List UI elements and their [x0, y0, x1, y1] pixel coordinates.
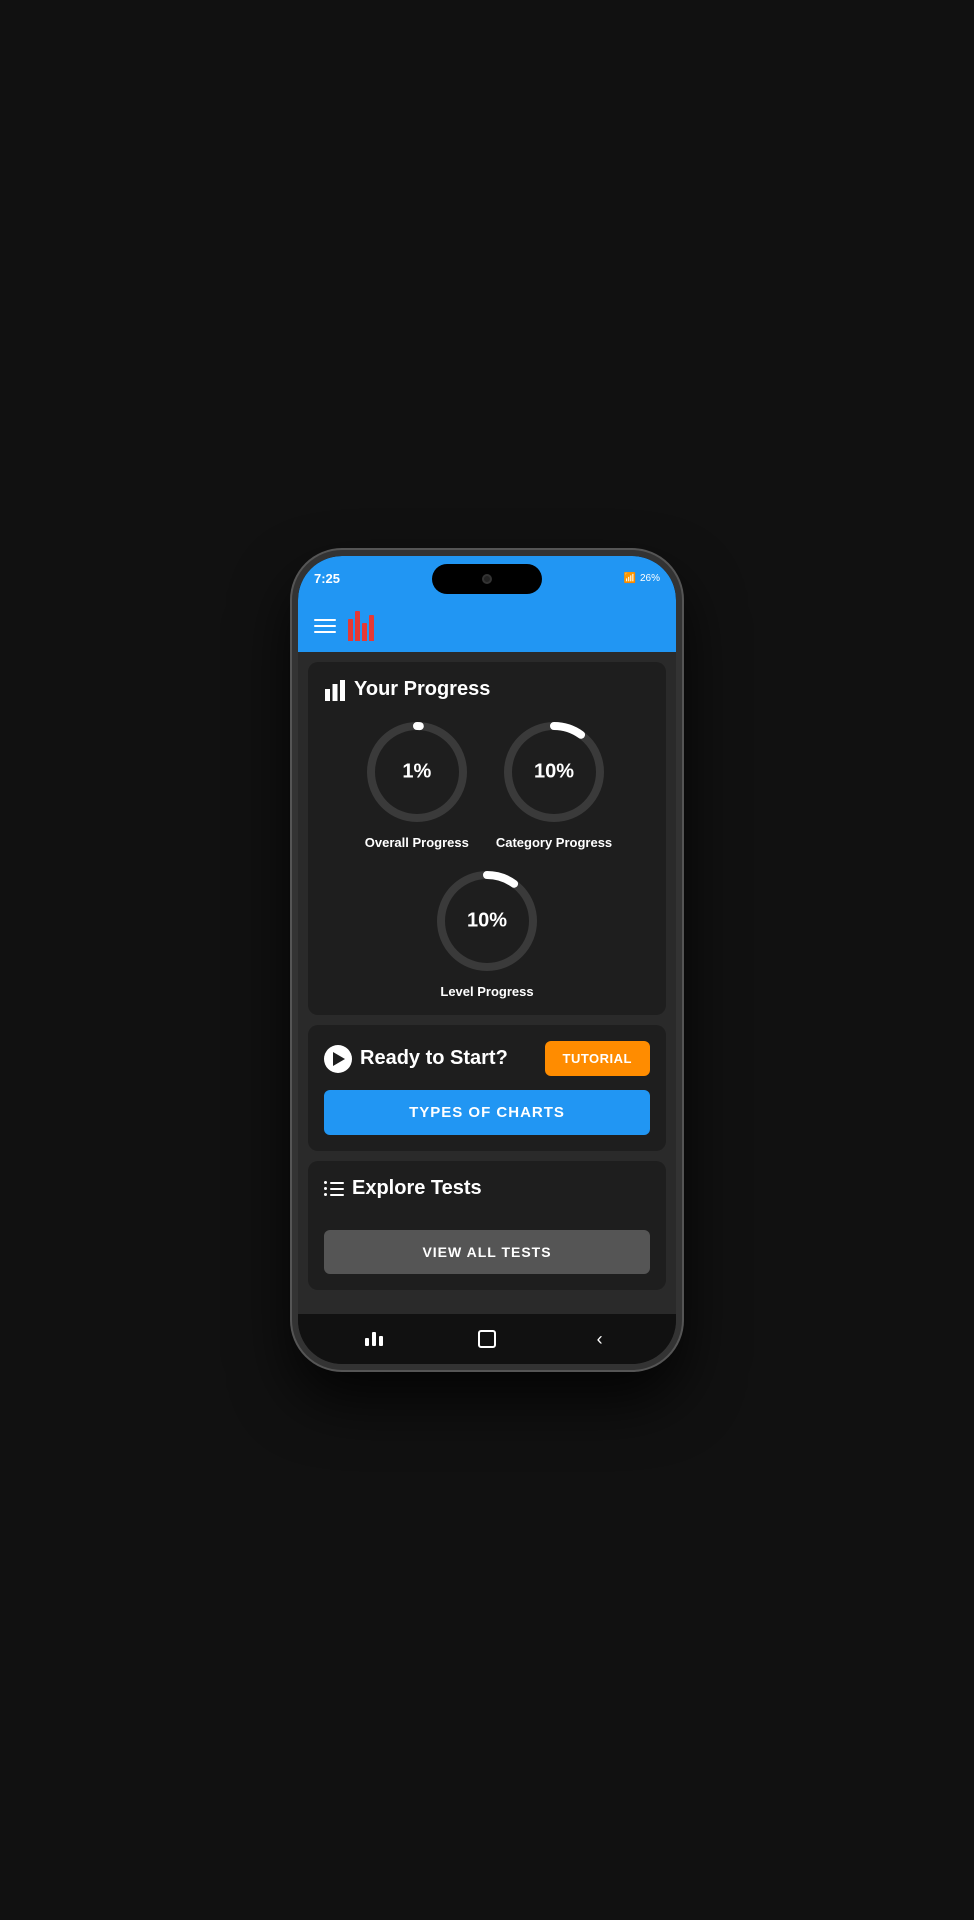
recent-apps-icon — [365, 1332, 383, 1346]
notch — [432, 564, 542, 594]
list-icon — [324, 1181, 344, 1196]
logo-bar-2 — [355, 611, 360, 641]
status-time: 7:25 — [314, 571, 340, 586]
types-of-charts-button[interactable]: TYPES OF CHARTS — [324, 1090, 650, 1135]
explore-section: Explore Tests VIEW ALL TESTS — [324, 1177, 650, 1274]
overall-progress-item: 1% Overall Progress — [362, 717, 472, 850]
main-content: Your Progress 1% — [298, 652, 676, 1314]
progress-card-title: Your Progress — [324, 678, 650, 701]
logo-bar-4 — [369, 615, 374, 641]
recent-apps-button[interactable] — [359, 1324, 389, 1354]
volume-down-button[interactable] — [292, 721, 295, 771]
phone-frame: 7:25 📶 26% — [292, 550, 682, 1370]
tutorial-button[interactable]: TUTORIAL — [545, 1041, 650, 1076]
logo-bar-1 — [348, 619, 353, 641]
progress-section: 1% Overall Progress 10% — [324, 717, 650, 999]
power-button[interactable] — [679, 726, 682, 796]
hamburger-line-3 — [314, 631, 336, 633]
ready-title-text: Ready to Start? — [360, 1047, 508, 1070]
home-button[interactable] — [472, 1324, 502, 1354]
overall-progress-label: Overall Progress — [365, 835, 469, 850]
status-icons: 📶 26% — [624, 573, 660, 584]
explore-title: Explore Tests — [324, 1177, 650, 1200]
progress-top-row: 1% Overall Progress 10% — [362, 717, 612, 850]
bottom-nav: ‹ — [298, 1314, 676, 1364]
phone-screen: 7:25 📶 26% — [298, 556, 676, 1364]
bar2 — [372, 1332, 376, 1346]
ready-title: Ready to Start? — [324, 1045, 508, 1073]
category-circle: 10% — [499, 717, 609, 827]
back-chevron-icon: ‹ — [597, 1329, 603, 1350]
status-bar: 7:25 📶 26% — [298, 556, 676, 600]
level-progress-label: Level Progress — [440, 984, 533, 999]
hamburger-line-1 — [314, 619, 336, 621]
level-percent-text: 10% — [467, 910, 507, 933]
hamburger-line-2 — [314, 625, 336, 627]
home-square-icon — [478, 1330, 496, 1348]
ready-section: Ready to Start? TUTORIAL TYPES OF CHARTS — [324, 1041, 650, 1135]
progress-title-text: Your Progress — [354, 678, 490, 701]
hamburger-menu-button[interactable] — [314, 619, 336, 633]
overall-circle: 1% — [362, 717, 472, 827]
ready-row: Ready to Start? TUTORIAL — [324, 1041, 650, 1076]
play-icon — [324, 1045, 352, 1073]
wifi-icon: 📶 — [624, 573, 636, 584]
ready-card: Ready to Start? TUTORIAL TYPES OF CHARTS — [308, 1025, 666, 1151]
camera-icon — [482, 574, 492, 584]
progress-card: Your Progress 1% — [308, 662, 666, 1015]
category-progress-item: 10% Category Progress — [496, 717, 612, 850]
battery-text: 26% — [640, 573, 660, 584]
app-logo — [348, 611, 374, 641]
volume-up-button[interactable] — [292, 676, 295, 706]
level-circle: 10% — [432, 866, 542, 976]
app-header — [298, 600, 676, 652]
overall-percent-text: 1% — [402, 761, 431, 784]
silent-button[interactable] — [292, 781, 295, 831]
play-triangle — [333, 1052, 345, 1066]
explore-title-text: Explore Tests — [352, 1177, 482, 1200]
view-all-tests-button[interactable]: VIEW ALL TESTS — [324, 1230, 650, 1274]
category-progress-label: Category Progress — [496, 835, 612, 850]
bar1 — [365, 1338, 369, 1346]
category-percent-text: 10% — [534, 761, 574, 784]
bar3 — [379, 1336, 383, 1346]
back-button[interactable]: ‹ — [585, 1324, 615, 1354]
explore-card: Explore Tests VIEW ALL TESTS — [308, 1161, 666, 1290]
bar-chart-icon — [324, 679, 346, 701]
logo-bar-3 — [362, 623, 367, 641]
level-progress-item: 10% Level Progress — [432, 866, 542, 999]
